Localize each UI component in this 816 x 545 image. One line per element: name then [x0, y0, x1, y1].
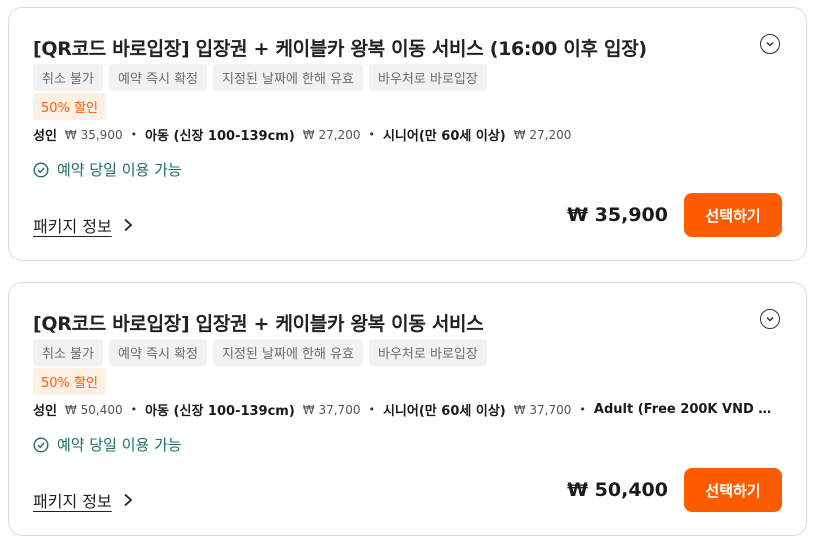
price-value-child: ₩ 37,700 — [302, 402, 361, 417]
price-label-senior: 시니어(만 60세 이상) — [382, 129, 506, 144]
package-info-link[interactable]: 패키지 정보 — [33, 488, 134, 512]
price-value-adult: ₩ 35,900 — [64, 127, 123, 142]
check-circle-icon — [33, 436, 49, 453]
price-label-senior: 시니어(만 60세 이상) — [382, 404, 506, 419]
option-title-text: [QR코드 바로입장] 입장권 + 케이블카 왕복 이동 서비스 — [33, 38, 484, 60]
expand-toggle-button[interactable] — [760, 34, 780, 54]
tag-voucher-entry: 바우처로 바로입장 — [369, 64, 487, 91]
tag-list: 취소 불가 예약 즉시 확정 지정된 날짜에 한해 유효 바우처로 바로입장 — [33, 64, 487, 91]
package-info-label: 패키지 정보 — [33, 492, 112, 511]
price-label-child: 아동 (신장 100-139cm) — [145, 129, 295, 144]
price-value-adult: ₩ 50,400 — [64, 402, 123, 417]
price-label-adult: 성인 — [33, 129, 57, 144]
tag-valid-date: 지정된 날짜에 한해 유효 — [213, 339, 364, 366]
price-value-senior: ₩ 37,700 — [513, 402, 572, 417]
chevron-right-icon — [124, 218, 133, 232]
separator-dot: • — [130, 403, 138, 416]
total-price: ₩ 50,400 — [567, 479, 668, 501]
price-breakdown: 성인 ₩ 50,400 • 아동 (신장 100-139cm) ₩ 37,700… — [33, 400, 785, 419]
option-card: [QR코드 바로입장] 입장권 + 케이블카 왕복 이동 서비스 취소 불가 예… — [8, 282, 807, 536]
option-card: [QR코드 바로입장] 입장권 + 케이블카 왕복 이동 서비스 (16:00 … — [8, 7, 807, 261]
sameday-availability: 예약 당일 이용 가능 — [33, 434, 182, 455]
discount-badge: 50% 할인 — [33, 93, 106, 120]
select-button[interactable]: 선택하기 — [684, 468, 782, 512]
separator-dot: • — [579, 403, 586, 416]
tag-instant-confirm: 예약 즉시 확정 — [108, 339, 208, 366]
price-label-adult-fnb: Adult (Free 200K VND FnB... — [593, 402, 777, 417]
tag-instant-confirm: 예약 즉시 확정 — [108, 64, 208, 91]
tag-voucher-entry: 바우처로 바로입장 — [369, 339, 487, 366]
option-title: [QR코드 바로입장] 입장권 + 케이블카 왕복 이동 서비스 — [33, 309, 484, 336]
package-info-link[interactable]: 패키지 정보 — [33, 213, 134, 237]
separator-dot: • — [368, 403, 375, 416]
package-info-label: 패키지 정보 — [33, 217, 112, 236]
price-value-child: ₩ 27,200 — [302, 127, 361, 142]
tag-valid-date: 지정된 날짜에 한해 유효 — [213, 64, 364, 91]
chevron-right-icon — [124, 493, 133, 507]
discount-badge: 50% 할인 — [33, 368, 106, 395]
price-label-adult: 성인 — [33, 404, 57, 419]
option-title: [QR코드 바로입장] 입장권 + 케이블카 왕복 이동 서비스 (16:00 … — [33, 34, 647, 61]
separator-dot: • — [368, 128, 375, 141]
expand-toggle-button[interactable] — [760, 309, 780, 329]
sameday-availability: 예약 당일 이용 가능 — [33, 159, 182, 180]
chevron-down-icon — [766, 316, 774, 322]
select-button[interactable]: 선택하기 — [684, 193, 782, 237]
tag-no-cancel: 취소 불가 — [33, 64, 103, 91]
tag-no-cancel: 취소 불가 — [33, 339, 103, 366]
sameday-text: 예약 당일 이용 가능 — [57, 161, 182, 179]
price-breakdown: 성인 ₩ 35,900 • 아동 (신장 100-139cm) ₩ 27,200… — [33, 125, 572, 145]
price-value-senior: ₩ 27,200 — [513, 127, 572, 142]
sameday-text: 예약 당일 이용 가능 — [57, 436, 182, 454]
option-title-text: [QR코드 바로입장] 입장권 + 케이블카 왕복 이동 서비스 — [33, 313, 484, 335]
tag-list: 취소 불가 예약 즉시 확정 지정된 날짜에 한해 유효 바우처로 바로입장 — [33, 339, 487, 366]
total-price: ₩ 35,900 — [567, 204, 668, 226]
option-title-note: (16:00 이후 입장) — [489, 38, 647, 60]
price-label-child: 아동 (신장 100-139cm) — [145, 404, 295, 419]
chevron-down-icon — [766, 41, 774, 47]
check-circle-icon — [33, 161, 49, 178]
separator-dot: • — [130, 128, 138, 141]
